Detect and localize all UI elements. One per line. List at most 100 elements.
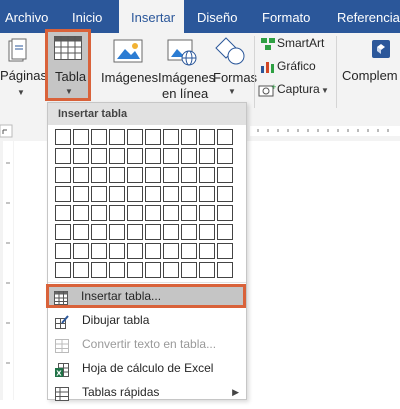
table-grid-cell[interactable] [73,129,89,145]
table-grid-cell[interactable] [127,129,143,145]
menu-item-convertir-texto[interactable]: Convertir texto en tabla... [48,332,246,356]
table-grid-cell[interactable] [109,224,125,240]
table-grid-cell[interactable] [199,262,215,278]
table-grid-cell[interactable] [55,243,71,259]
table-grid-cell[interactable] [109,129,125,145]
table-grid-cell[interactable] [145,224,161,240]
grafico-button[interactable]: Gráfico [277,59,316,73]
tab-diseno[interactable]: Diseño [197,0,237,33]
menu-item-tablas-rapidas[interactable]: Tablas rápidas ▶ [48,380,246,404]
table-grid-cell[interactable] [109,205,125,221]
table-grid-cell[interactable] [217,224,233,240]
table-grid-cell[interactable] [145,129,161,145]
menu-item-hoja-excel[interactable]: X Hoja de cálculo de Excel [48,356,246,380]
table-grid-cell[interactable] [73,262,89,278]
table-grid-cell[interactable] [73,224,89,240]
table-grid-cell[interactable] [163,167,179,183]
table-grid-cell[interactable] [127,148,143,164]
table-grid-cell[interactable] [163,148,179,164]
table-grid-cell[interactable] [181,224,197,240]
table-grid-cell[interactable] [217,186,233,202]
table-grid-cell[interactable] [91,167,107,183]
table-grid-cell[interactable] [109,167,125,183]
imagenes-button[interactable]: Imágenes [101,70,158,85]
table-grid-cell[interactable] [55,224,71,240]
table-grid-cell[interactable] [55,205,71,221]
table-grid-cell[interactable] [55,129,71,145]
table-grid-cell[interactable] [73,243,89,259]
table-grid-cell[interactable] [91,243,107,259]
table-grid-cell[interactable] [109,262,125,278]
table-grid-cell[interactable] [199,148,215,164]
table-grid-cell[interactable] [127,243,143,259]
table-grid-cell[interactable] [217,167,233,183]
table-grid-cell[interactable] [127,205,143,221]
table-grid-cell[interactable] [73,148,89,164]
table-grid-cell[interactable] [55,262,71,278]
table-grid-cell[interactable] [217,262,233,278]
table-grid-cell[interactable] [217,148,233,164]
table-grid-cell[interactable] [55,148,71,164]
table-grid-cell[interactable] [109,186,125,202]
table-grid-cell[interactable] [163,224,179,240]
svg-text:X: X [56,370,62,378]
table-grid-cell[interactable] [181,186,197,202]
table-grid-cell[interactable] [217,205,233,221]
table-grid-cell[interactable] [91,148,107,164]
table-grid-cell[interactable] [127,262,143,278]
tab-referencias[interactable]: Referencias [337,0,400,33]
table-grid-cell[interactable] [199,186,215,202]
menu-item-dibujar-tabla[interactable]: Dibujar tabla [48,308,246,332]
complementos-button[interactable]: Complem [342,68,398,83]
paginas-button[interactable]: Páginas [0,68,47,83]
table-grid-cell[interactable] [181,129,197,145]
table-grid-cell[interactable] [145,148,161,164]
table-grid-cell[interactable] [217,129,233,145]
table-grid-cell[interactable] [181,167,197,183]
tab-insertar[interactable]: Insertar [119,0,184,33]
table-grid-cell[interactable] [163,243,179,259]
table-grid-cell[interactable] [181,243,197,259]
table-grid-cell[interactable] [163,129,179,145]
table-grid-cell[interactable] [91,205,107,221]
table-grid-cell[interactable] [109,243,125,259]
table-grid-cell[interactable] [145,243,161,259]
table-grid-cell[interactable] [199,129,215,145]
imagenes-en-linea-button[interactable]: Imágenes [158,70,215,85]
table-grid-cell[interactable] [55,167,71,183]
table-grid-cell[interactable] [91,186,107,202]
formas-button[interactable]: Formas [213,70,257,85]
tab-formato[interactable]: Formato [262,0,310,33]
smartart-button[interactable]: SmartArt [277,36,324,50]
table-grid-cell[interactable] [199,167,215,183]
table-grid-cell[interactable] [181,262,197,278]
table-grid-cell[interactable] [55,186,71,202]
table-grid-cell[interactable] [145,186,161,202]
table-grid-cell[interactable] [91,224,107,240]
tab-archivo[interactable]: Archivo [5,0,48,33]
captura-button[interactable]: Captura [277,82,320,96]
table-grid-cell[interactable] [181,205,197,221]
menu-item-insertar-tabla[interactable]: Insertar tabla... [46,284,246,308]
table-grid-cell[interactable] [163,205,179,221]
table-grid-cell[interactable] [91,262,107,278]
table-grid-cell[interactable] [73,186,89,202]
tabla-button[interactable]: Tabla ▼ [45,29,91,101]
table-grid-cell[interactable] [163,262,179,278]
table-grid-cell[interactable] [199,243,215,259]
table-grid-cell[interactable] [217,243,233,259]
table-grid-cell[interactable] [145,205,161,221]
table-grid-cell[interactable] [73,167,89,183]
table-grid-cell[interactable] [199,224,215,240]
table-grid-cell[interactable] [145,262,161,278]
table-grid-cell[interactable] [91,129,107,145]
table-grid-cell[interactable] [199,205,215,221]
table-grid-cell[interactable] [163,186,179,202]
table-grid-cell[interactable] [73,205,89,221]
table-grid-cell[interactable] [127,167,143,183]
table-grid-cell[interactable] [145,167,161,183]
table-grid-cell[interactable] [127,224,143,240]
table-grid-cell[interactable] [127,186,143,202]
table-grid-cell[interactable] [181,148,197,164]
table-grid-cell[interactable] [109,148,125,164]
